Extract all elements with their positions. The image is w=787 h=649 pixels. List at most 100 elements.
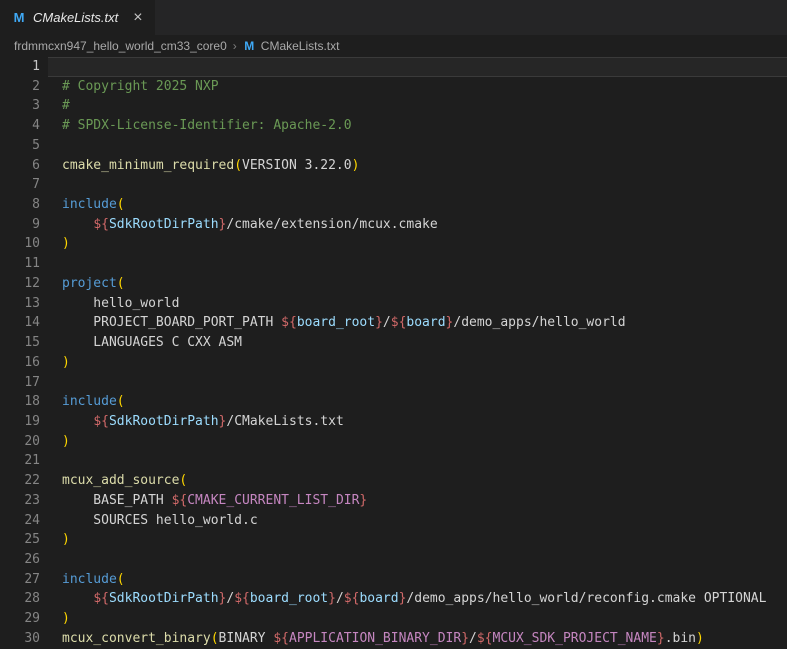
line-number[interactable]: 5	[0, 136, 48, 156]
code-line[interactable]: 30 mcux_convert_binary(BINARY ${APPLICATI…	[0, 629, 787, 649]
line-number[interactable]: 18	[0, 392, 48, 412]
breadcrumb-folder[interactable]: frdmmcxn947_hello_world_cm33_core0	[14, 39, 227, 53]
code-line[interactable]: 6 cmake_minimum_required(VERSION 3.22.0)	[0, 156, 787, 176]
code-line[interactable]: 9 ${SdkRootDirPath}/cmake/extension/mcux…	[0, 215, 787, 235]
code-content	[48, 254, 787, 274]
breadcrumb-file[interactable]: CMakeLists.txt	[261, 39, 340, 53]
line-number[interactable]: 19	[0, 412, 48, 432]
code-token: )	[62, 236, 70, 252]
code-token: (	[210, 630, 219, 646]
code-content: LANGUAGES C CXX ASM	[48, 333, 787, 353]
line-number[interactable]: 29	[0, 609, 48, 629]
code-line[interactable]: 10)	[0, 234, 787, 254]
code-content: # Copyright 2025 NXP	[48, 77, 787, 97]
code-line[interactable]: 15 LANGUAGES C CXX ASM	[0, 333, 787, 353]
line-number[interactable]: 9	[0, 215, 48, 235]
code-token: board_root	[249, 591, 329, 607]
line-number[interactable]: 22	[0, 471, 48, 491]
line-number[interactable]: 12	[0, 274, 48, 294]
code-token: include	[62, 571, 117, 587]
code-token: ${	[171, 492, 188, 508]
code-line[interactable]: 4 # SPDX-License-Identifier: Apache-2.0	[0, 116, 787, 136]
line-number[interactable]: 28	[0, 589, 48, 609]
code-content	[48, 373, 787, 393]
code-line[interactable]: 14 PROJECT_BOARD_PORT_PATH ${board_root}…	[0, 313, 787, 333]
code-line[interactable]: 7	[0, 175, 787, 195]
line-number[interactable]: 24	[0, 511, 48, 531]
code-content: ${SdkRootDirPath}/CMakeLists.txt	[48, 412, 787, 432]
code-line[interactable]: 22 mcux_add_source(	[0, 471, 787, 491]
code-line[interactable]: 3 #	[0, 96, 787, 116]
code-token: MCUX_SDK_PROJECT_NAME	[492, 630, 657, 646]
line-number[interactable]: 11	[0, 254, 48, 274]
line-number[interactable]: 10	[0, 234, 48, 254]
line-number[interactable]: 26	[0, 550, 48, 570]
code-line[interactable]: 19 ${SdkRootDirPath}/CMakeLists.txt	[0, 412, 787, 432]
code-line[interactable]: 11	[0, 254, 787, 274]
line-number[interactable]: 20	[0, 432, 48, 452]
line-number[interactable]: 1	[0, 57, 48, 77]
code-line[interactable]: 20)	[0, 432, 787, 452]
code-token: /demo_apps/hello_world/reconfig.cmake OP…	[406, 591, 767, 607]
code-line[interactable]: 24 SOURCES hello_world.c	[0, 511, 787, 531]
code-line[interactable]: 16)	[0, 353, 787, 373]
line-number[interactable]: 16	[0, 353, 48, 373]
code-content	[48, 550, 787, 570]
editor-lines: 1 2 # Copyright 2025 NXP 3 #4 # SPDX-License-…	[0, 57, 787, 649]
code-token: ${	[234, 591, 250, 607]
code-line[interactable]: 13 hello_world	[0, 294, 787, 314]
code-line[interactable]: 25)	[0, 530, 787, 550]
tab-cmakelists[interactable]: M CMakeLists.txt ×	[0, 0, 156, 35]
cmake-file-icon: M	[13, 10, 25, 25]
close-icon[interactable]: ×	[131, 9, 144, 26]
code-token: SdkRootDirPath	[108, 591, 219, 607]
code-line[interactable]: 21	[0, 451, 787, 471]
line-number[interactable]: 2	[0, 77, 48, 97]
code-line[interactable]: 26	[0, 550, 787, 570]
code-token: )	[62, 611, 70, 627]
line-number[interactable]: 7	[0, 175, 48, 195]
code-line[interactable]: 1	[0, 57, 787, 77]
line-number[interactable]: 13	[0, 294, 48, 314]
code-line[interactable]: 8 include(	[0, 195, 787, 215]
line-number[interactable]: 30	[0, 629, 48, 649]
line-number[interactable]: 6	[0, 156, 48, 176]
code-line[interactable]: 28 ${SdkRootDirPath}/${board_root}/${boa…	[0, 589, 787, 609]
code-line[interactable]: 12 project(	[0, 274, 787, 294]
code-token: # SPDX-License-Identifier: Apache-2.0	[62, 118, 352, 134]
code-line[interactable]: 29)	[0, 609, 787, 629]
code-content: )	[48, 234, 787, 254]
code-token: /demo_apps/hello_world	[453, 315, 626, 331]
code-editor[interactable]: 1 2 # Copyright 2025 NXP 3 #4 # SPDX-License-…	[0, 57, 787, 649]
line-number[interactable]: 23	[0, 491, 48, 511]
code-line[interactable]: 27 include(	[0, 570, 787, 590]
code-token: ${	[476, 630, 493, 646]
code-content: # SPDX-License-Identifier: Apache-2.0	[48, 116, 787, 136]
line-number[interactable]: 17	[0, 373, 48, 393]
code-token: (	[116, 197, 125, 213]
line-number[interactable]: 3	[0, 96, 48, 116]
code-token: mcux_add_source	[62, 473, 180, 489]
code-token: #	[62, 98, 70, 114]
line-number[interactable]: 8	[0, 195, 48, 215]
code-token: /cmake/extension/mcux.cmake	[226, 216, 438, 232]
code-line[interactable]: 5	[0, 136, 787, 156]
code-content	[48, 57, 787, 77]
code-token: SdkRootDirPath	[108, 216, 219, 232]
code-line[interactable]: 23 BASE_PATH ${CMAKE_CURRENT_LIST_DIR}	[0, 491, 787, 511]
code-token: )	[62, 433, 70, 449]
code-token: include	[62, 394, 117, 410]
code-line[interactable]: 18 include(	[0, 392, 787, 412]
tab-label: CMakeLists.txt	[33, 10, 119, 25]
code-token: }	[359, 492, 368, 508]
line-number[interactable]: 21	[0, 451, 48, 471]
line-number[interactable]: 15	[0, 333, 48, 353]
line-number[interactable]: 14	[0, 313, 48, 333]
line-number[interactable]: 27	[0, 570, 48, 590]
code-line[interactable]: 17	[0, 373, 787, 393]
code-token: # Copyright 2025 NXP	[62, 78, 219, 94]
code-token: )	[696, 630, 704, 646]
line-number[interactable]: 25	[0, 530, 48, 550]
line-number[interactable]: 4	[0, 116, 48, 136]
code-line[interactable]: 2 # Copyright 2025 NXP	[0, 77, 787, 97]
